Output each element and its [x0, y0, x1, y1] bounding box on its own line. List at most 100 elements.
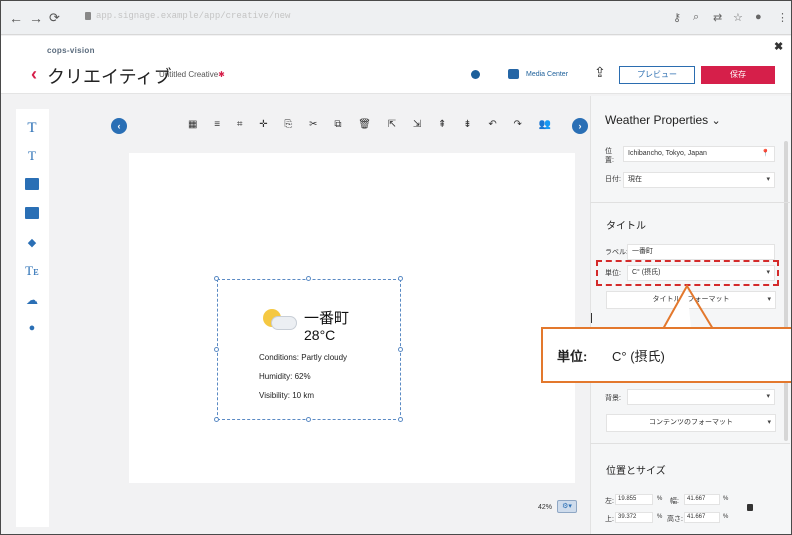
- resize-handle[interactable]: [398, 347, 403, 352]
- width-label: 幅:: [670, 498, 679, 505]
- back-arrow-icon[interactable]: ‹: [31, 64, 37, 85]
- label-label: ラベル:: [605, 249, 628, 256]
- callout-value: C° (摂氏): [612, 349, 665, 364]
- top-label: 上:: [605, 516, 614, 523]
- height-label: 高さ:: [667, 516, 683, 523]
- upload-icon[interactable]: ⇪: [594, 64, 606, 81]
- resize-handle[interactable]: [214, 347, 219, 352]
- label-value: 一番町: [632, 248, 653, 255]
- resize-handle[interactable]: [214, 417, 219, 422]
- callout-pointer: [662, 284, 714, 330]
- weather-humidity: Humidity: 62%: [259, 372, 311, 381]
- settings-gear-icon[interactable]: [471, 70, 480, 79]
- zoom-icon[interactable]: ⌕: [693, 11, 699, 24]
- caret-icon: ▾: [767, 296, 771, 303]
- background-select[interactable]: ▾: [627, 389, 775, 405]
- label-input[interactable]: 一番町: [627, 244, 775, 260]
- panel-title[interactable]: Weather Properties ⌄: [605, 113, 721, 127]
- translate-icon[interactable]: ⇄: [713, 11, 722, 24]
- menu-icon[interactable]: ⋮: [777, 11, 788, 24]
- text-tool-icon[interactable]: T: [24, 121, 40, 136]
- cloud-icon: [271, 316, 297, 330]
- weather-conditions: Conditions: Partly cloudy: [259, 353, 348, 362]
- location-label: 位置:: [605, 148, 614, 164]
- resize-handle[interactable]: [398, 276, 403, 281]
- panel-title-text: Weather Properties: [605, 113, 709, 127]
- location-value: Ichibancho, Tokyo, Japan: [628, 150, 707, 157]
- key-icon[interactable]: ⚷: [673, 11, 681, 24]
- browser-toolbar: ← → ⟳ app.signage.example/app/creative/n…: [1, 1, 791, 35]
- left-unit: %: [657, 496, 663, 502]
- left-tool-palette: T T ◆ Tᴇ ☁ ●: [16, 109, 49, 347]
- resize-handle[interactable]: [306, 417, 311, 422]
- divider: [590, 443, 790, 444]
- left-label: 左:: [605, 498, 614, 505]
- height-input[interactable]: 41.667: [684, 512, 720, 523]
- content-format-button[interactable]: コンテンツのフォーマット ▾: [606, 414, 776, 432]
- collapse-right-button[interactable]: ›: [572, 118, 588, 134]
- lock-icon: [85, 12, 91, 20]
- weather-visibility: Visibility: 10 km: [259, 391, 314, 400]
- edit-toolbar[interactable]: ▦ ≡ ⌗ ✛ ⎘ ✂ ⧉ 🗑 ⇱ ⇲ ⇞ ⇟ ↶ ↷ 👥: [188, 119, 558, 130]
- weather-city: 一番町: [304, 310, 350, 327]
- video-tool-icon[interactable]: [25, 207, 39, 219]
- media-center-icon[interactable]: [508, 69, 519, 79]
- left-input[interactable]: 19.855: [615, 494, 653, 505]
- caret-icon: ▾: [766, 393, 770, 400]
- caret-icon: ▾: [766, 176, 770, 183]
- width-unit: %: [723, 496, 729, 502]
- screenshot-frame: ← → ⟳ app.signage.example/app/creative/n…: [0, 0, 792, 535]
- location-pin-icon[interactable]: 📍: [761, 147, 770, 161]
- image-tool-icon[interactable]: [25, 178, 39, 190]
- caret-icon: ▾: [767, 419, 771, 426]
- preview-button[interactable]: プレビュー: [619, 66, 695, 84]
- left-palette-lower: [16, 347, 49, 527]
- star-icon[interactable]: ☆: [733, 11, 743, 24]
- shapes-tool-icon[interactable]: ◆: [24, 236, 40, 250]
- resize-handle[interactable]: [398, 417, 403, 422]
- top-input[interactable]: 39.372: [615, 512, 653, 523]
- chevron-down-icon: ⌄: [711, 115, 721, 127]
- resize-handle[interactable]: [306, 276, 311, 281]
- collapse-left-button[interactable]: ‹: [111, 118, 127, 134]
- creative-name-text: Untitled Creative: [159, 70, 219, 79]
- highlight-unit-box: [596, 260, 779, 286]
- panel-scrollbar[interactable]: [784, 141, 788, 441]
- divider: [590, 202, 790, 203]
- forward-icon[interactable]: →: [29, 10, 43, 26]
- reload-icon[interactable]: ⟳: [49, 10, 60, 26]
- width-input[interactable]: 41.667: [684, 494, 720, 505]
- profile-icon[interactable]: ●: [755, 11, 762, 23]
- weather-tool-icon[interactable]: ☁: [24, 293, 40, 307]
- creative-name: Untitled Creative✱: [159, 70, 225, 79]
- zoom-level: 42%: [538, 504, 553, 511]
- app-header: cops-vision ✖ ‹ クリエイティブ Untitled Creativ…: [1, 36, 791, 94]
- weather-temperature: 28°C: [304, 327, 336, 343]
- back-icon[interactable]: ←: [9, 10, 23, 26]
- content-format-label: コンテンツのフォーマット: [649, 419, 733, 426]
- logo: cops-vision: [47, 46, 95, 55]
- callout-label: 単位:: [557, 349, 588, 364]
- height-unit: %: [723, 514, 729, 520]
- aspect-lock-icon[interactable]: [747, 504, 753, 511]
- title-section-heading: タイトル: [606, 221, 646, 232]
- top-unit: %: [657, 514, 663, 520]
- date-value: 現在: [628, 176, 642, 183]
- media-center-button[interactable]: Media Center: [526, 71, 568, 78]
- save-button[interactable]: 保存: [701, 66, 775, 84]
- rich-text-tool-icon[interactable]: Tᴇ: [24, 264, 40, 278]
- clock-tool-icon[interactable]: ●: [24, 321, 40, 335]
- location-field[interactable]: Ichibancho, Tokyo, Japan 📍: [623, 146, 775, 162]
- close-icon[interactable]: ✖: [774, 40, 783, 53]
- position-size-heading: 位置とサイズ: [606, 466, 666, 477]
- resize-handle[interactable]: [214, 276, 219, 281]
- url-bar[interactable]: app.signage.example/app/creative/new: [96, 11, 290, 21]
- page-title: クリエイティブ: [47, 67, 172, 87]
- background-label: 背景:: [605, 395, 621, 402]
- panel-tick-mark: [591, 313, 592, 323]
- zoom-settings-button[interactable]: ⚙▾: [557, 500, 577, 513]
- unsaved-mark: ✱: [218, 70, 225, 79]
- date-select[interactable]: 現在 ▾: [623, 172, 775, 188]
- date-label: 日付:: [605, 176, 621, 183]
- text-frame-tool-icon[interactable]: T: [24, 149, 40, 163]
